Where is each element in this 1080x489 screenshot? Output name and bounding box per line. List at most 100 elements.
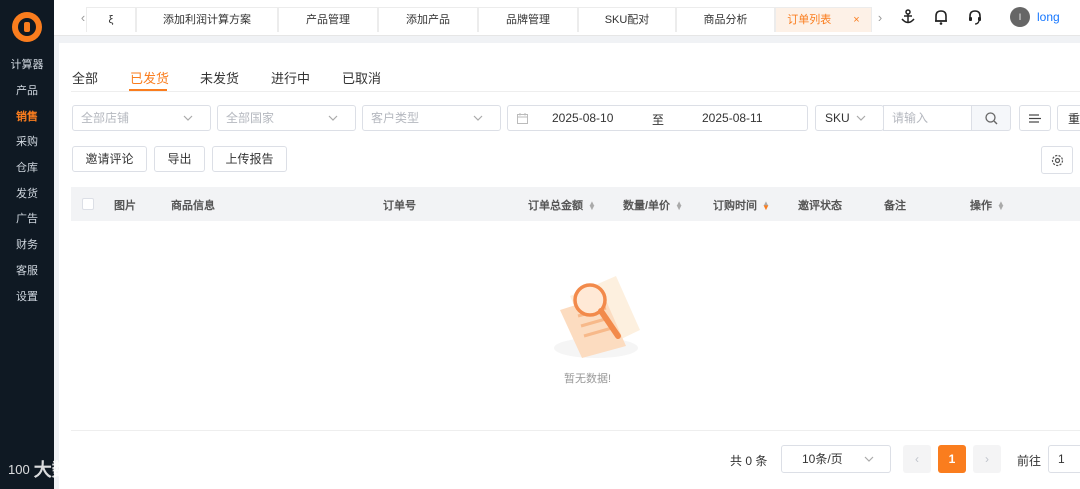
- chevron-down-icon: [864, 456, 874, 462]
- sidebar-item-products[interactable]: 产品: [0, 80, 54, 102]
- col-actions-label: 操作: [970, 200, 992, 212]
- total-count: 共 0 条: [730, 454, 768, 468]
- sidebar-item-shipping[interactable]: 发货: [0, 183, 54, 205]
- date-start[interactable]: 2025-08-10: [552, 111, 613, 125]
- tab-brand-management[interactable]: 品牌管理: [478, 7, 578, 32]
- orders-panel: 全部 已发货 未发货 进行中 已取消 全部店铺 全部国家 客户类型 2025-0…: [59, 43, 1080, 489]
- col-order-no: 订单号: [383, 200, 416, 212]
- tab-order-list[interactable]: 订单列表 ×: [775, 7, 872, 32]
- chevron-down-icon: [471, 106, 485, 130]
- col-order-time[interactable]: 订购时间 ▲ ▼: [713, 197, 770, 213]
- col-qty-price-label: 数量/单价: [623, 200, 671, 212]
- invite-review-button[interactable]: 邀请评论: [72, 146, 147, 172]
- empty-text: 暂无数据!: [564, 373, 612, 385]
- tab-add-profit-plan[interactable]: 添加利润计算方案: [136, 7, 278, 32]
- tab-sku-pairing[interactable]: SKU配对: [578, 7, 676, 32]
- search-icon: [984, 111, 997, 124]
- col-remark: 备注: [884, 200, 906, 212]
- sort-icon: ▲ ▼: [762, 199, 770, 213]
- date-end[interactable]: 2025-08-11: [702, 111, 763, 125]
- col-order-total-label: 订单总金额: [528, 200, 583, 212]
- prev-page-button[interactable]: ‹: [903, 445, 931, 473]
- select-all-checkbox[interactable]: [82, 198, 94, 210]
- anchor-icon[interactable]: [899, 8, 917, 26]
- filter-toggle-button[interactable]: [1019, 105, 1051, 131]
- calendar-icon: [517, 113, 528, 124]
- sidebar: 计算器 产品 销售 采购 仓库 发货 广告 财务 客服 设置: [0, 0, 54, 489]
- tab-add-product[interactable]: 添加产品: [378, 7, 478, 32]
- col-image: 图片: [114, 200, 136, 212]
- tab-partial[interactable]: ξ: [86, 7, 136, 32]
- sidebar-item-ads[interactable]: 广告: [0, 208, 54, 230]
- page-size-select[interactable]: 10条/页: [781, 445, 891, 473]
- status-tab-cancelled[interactable]: 已取消: [342, 68, 381, 87]
- sort-icon: ▲ ▼: [675, 199, 683, 213]
- status-tab-unshipped[interactable]: 未发货: [200, 68, 239, 87]
- list-filter-icon: [1029, 113, 1041, 123]
- empty-data-icon: [554, 276, 640, 358]
- avatar[interactable]: l: [1010, 7, 1030, 27]
- watermark: 100 大数跨境: [8, 456, 106, 482]
- goto-page-input[interactable]: 1: [1048, 445, 1080, 473]
- sidebar-item-finance[interactable]: 财务: [0, 234, 54, 256]
- sidebar-item-warehouse[interactable]: 仓库: [0, 157, 54, 179]
- chevron-down-icon: [326, 106, 340, 130]
- col-product-info: 商品信息: [171, 200, 215, 212]
- tabs-bar: ‹ ξ 添加利润计算方案 产品管理 添加产品 品牌管理 SKU配对 商品分析 订…: [54, 0, 1080, 36]
- logo-inner: [18, 18, 36, 36]
- chevron-down-icon: [181, 106, 195, 130]
- tab-product-management[interactable]: 产品管理: [278, 7, 378, 32]
- watermark-logo: 100: [8, 461, 30, 477]
- sidebar-item-service[interactable]: 客服: [0, 260, 54, 282]
- customer-type-placeholder: 客户类型: [371, 111, 420, 125]
- headset-icon[interactable]: [966, 8, 984, 26]
- app-logo-icon[interactable]: [12, 12, 42, 42]
- col-order-total[interactable]: 订单总金额 ▲ ▼: [528, 197, 596, 213]
- sort-icon: ▲ ▼: [588, 199, 596, 213]
- search-field-select[interactable]: SKU: [815, 105, 884, 131]
- tab-order-list-label: 订单列表: [787, 14, 832, 26]
- table-footer-divider: [71, 430, 1080, 431]
- tab-close-icon[interactable]: ×: [853, 14, 859, 26]
- search-field-value: SKU: [825, 111, 850, 125]
- status-divider: [71, 91, 1080, 92]
- column-settings-button[interactable]: [1041, 146, 1073, 174]
- col-qty-price[interactable]: 数量/单价 ▲ ▼: [623, 197, 683, 213]
- gear-icon: [1051, 154, 1063, 166]
- customer-type-select[interactable]: 客户类型: [362, 105, 501, 131]
- tabs-next-icon[interactable]: ›: [874, 11, 886, 25]
- col-actions: 操作 ▲ ▼: [970, 197, 1005, 213]
- store-select-placeholder: 全部店铺: [81, 111, 130, 125]
- store-select[interactable]: 全部店铺: [72, 105, 211, 131]
- col-review-status: 邀评状态: [798, 200, 842, 212]
- country-select-placeholder: 全部国家: [226, 111, 275, 125]
- tab-product-analysis[interactable]: 商品分析: [676, 7, 775, 32]
- page-size-value: 10条/页: [802, 452, 843, 466]
- logo-dot: [24, 22, 30, 32]
- goto-label: 前往: [1017, 454, 1042, 468]
- next-page-button[interactable]: ›: [973, 445, 1001, 473]
- watermark-text: 大数跨境: [33, 460, 106, 480]
- sidebar-item-sales[interactable]: 销售: [0, 106, 54, 128]
- country-select[interactable]: 全部国家: [217, 105, 356, 131]
- export-button[interactable]: 导出: [154, 146, 205, 172]
- sort-icon: ▲ ▼: [997, 199, 1005, 213]
- page-button-current[interactable]: 1: [938, 445, 966, 473]
- sidebar-item-calculator[interactable]: 计算器: [0, 54, 54, 76]
- search-input[interactable]: 请输入: [883, 105, 972, 131]
- chevron-down-icon: [854, 106, 868, 130]
- reset-button-label: 重: [1068, 111, 1080, 126]
- sidebar-item-purchase[interactable]: 采购: [0, 131, 54, 153]
- status-tab-all[interactable]: 全部: [72, 68, 98, 87]
- date-separator: 至: [652, 113, 665, 127]
- upload-report-button[interactable]: 上传报告: [212, 146, 287, 172]
- search-button[interactable]: [971, 105, 1011, 131]
- bell-icon[interactable]: [932, 8, 950, 26]
- username-link[interactable]: long: [1037, 10, 1060, 24]
- sidebar-item-settings[interactable]: 设置: [0, 286, 54, 308]
- table-header: 图片 商品信息 订单号 订单总金额 ▲ ▼ 数量/单价 ▲ ▼ 订购时间 ▲ ▼ 邀评状态 …: [71, 187, 1080, 221]
- status-tab-shipped[interactable]: 已发货: [130, 68, 169, 87]
- reset-button[interactable]: 重: [1057, 105, 1080, 131]
- date-range-picker[interactable]: 2025-08-10 至 2025-08-11: [507, 105, 808, 131]
- status-tab-in-progress[interactable]: 进行中: [271, 68, 310, 87]
